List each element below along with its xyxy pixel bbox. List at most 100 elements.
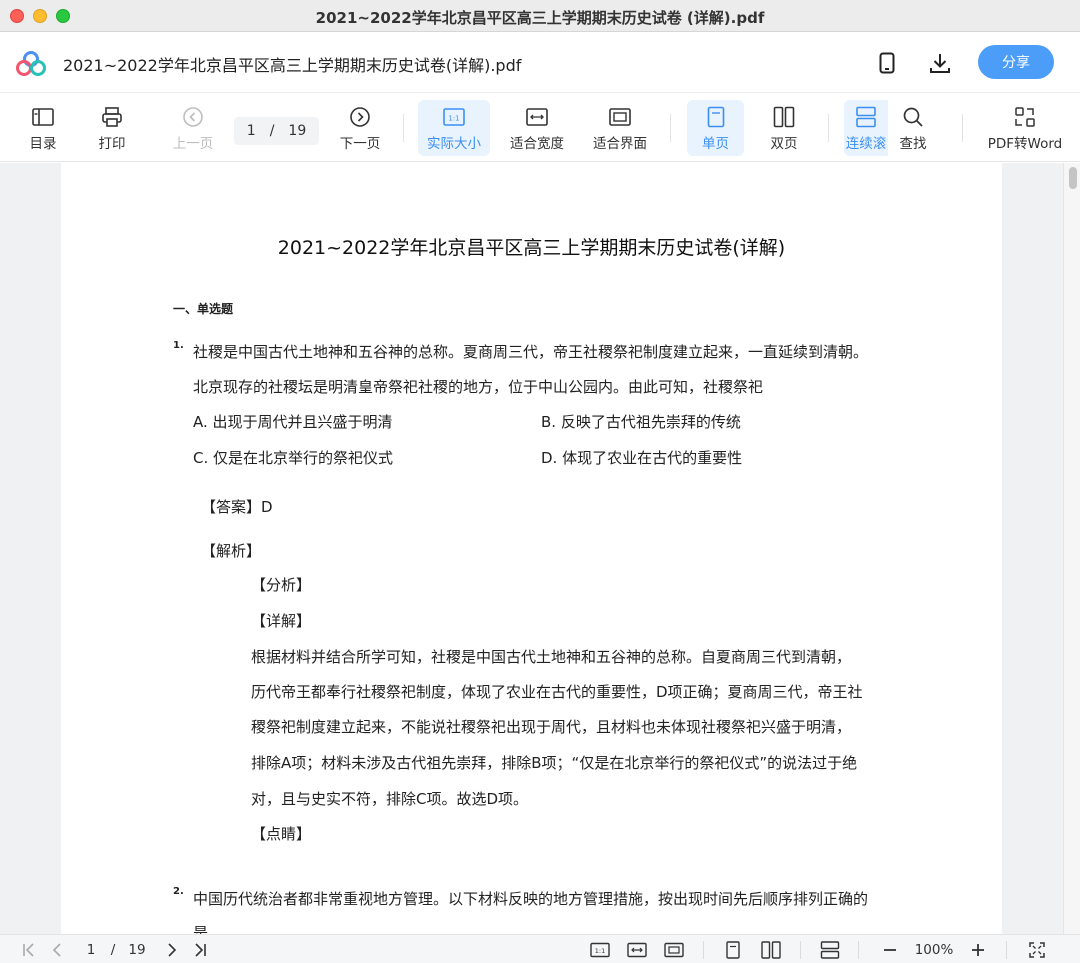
zoom-out-icon[interactable] <box>879 939 901 961</box>
fit-window-icon <box>608 105 632 129</box>
download-icon[interactable] <box>926 49 954 77</box>
mobile-icon[interactable] <box>873 49 901 77</box>
first-page-icon[interactable] <box>18 939 40 961</box>
detail-text: 根据材料并结合所学可知，社稷是中国古代土地神和五谷神的总称。自夏商周三代到清朝， <box>251 648 852 666</box>
fit-window-label: 适合界面 <box>593 135 647 152</box>
actual-size-icon: 1:1 <box>442 105 466 129</box>
print-button[interactable]: 打印 <box>91 100 133 156</box>
fit-width-label: 适合宽度 <box>510 135 564 152</box>
bottom-bar: 1 / 19 1:1 100% <box>0 934 1080 963</box>
zoom-level[interactable]: 100% <box>910 939 958 961</box>
pdf-page: 2021~2022学年北京昌平区高三上学期期末历史试卷(详解) 一、单选题 1.… <box>61 163 1002 934</box>
actual-size-label: 实际大小 <box>427 135 481 152</box>
detail-text: 对，且与史实不符，排除C项。故选D项。 <box>251 790 529 808</box>
bottom-divider <box>703 941 704 959</box>
last-page-icon[interactable] <box>189 939 211 961</box>
share-button[interactable]: 分享 <box>978 45 1054 79</box>
total-pages: 19 <box>288 123 307 139</box>
double-page-icon[interactable] <box>760 939 782 961</box>
option-b: B. 反映了古代祖先崇拜的传统 <box>541 413 741 431</box>
continuous-scroll-icon[interactable] <box>819 939 841 961</box>
continuous-scroll-icon <box>854 105 878 129</box>
analysis-heading: 【解析】 <box>201 542 262 560</box>
printer-icon <box>100 105 124 129</box>
circle-chevron-left-icon <box>181 105 205 129</box>
continuous-scroll-button[interactable]: 连续滚 <box>844 100 888 156</box>
fit-width-button[interactable]: 适合宽度 <box>503 100 571 156</box>
question-stem: 是 <box>193 924 209 934</box>
document-viewer[interactable]: 2021~2022学年北京昌平区高三上学期期末历史试卷(详解) 一、单选题 1.… <box>0 163 1080 934</box>
detail-text: 稷祭祀制度建立起来，不能说社稷祭祀出现于周代，且材料也未体现社稷祭祀兴盛于明清， <box>251 718 852 736</box>
prev-page-icon[interactable] <box>47 939 67 961</box>
next-page-label: 下一页 <box>339 135 381 152</box>
app-header: 2021~2022学年北京昌平区高三上学期期末历史试卷(详解).pdf 分享 <box>0 33 1080 93</box>
page-separator: / <box>269 123 275 139</box>
page-separator: / <box>110 942 116 958</box>
zoom-in-icon[interactable] <box>967 939 989 961</box>
option-a: A. 出现于周代并且兴盛于明清 <box>193 413 393 431</box>
section-heading: 一、单选题 <box>173 302 234 316</box>
window-titlebar: 2021~2022学年北京昌平区高三上学期期末历史试卷 (详解).pdf <box>0 0 1080 32</box>
detail-text: 历代帝王都奉行社稷祭祀制度，体现了农业在古代的重要性，D项正确；夏商周三代，帝王… <box>251 683 863 701</box>
next-page-icon[interactable] <box>162 939 182 961</box>
detail-heading: 【详解】 <box>251 612 312 630</box>
toc-button[interactable]: 目录 <box>22 100 64 156</box>
toolbar-divider <box>670 114 671 142</box>
prev-page-label: 上一页 <box>172 135 214 152</box>
option-d: D. 体现了农业在古代的重要性 <box>541 449 743 467</box>
bottom-divider <box>1006 941 1007 959</box>
question-stem: 社稷是中国古代土地神和五谷神的总称。夏商周三代，帝王社稷祭祀制度建立起来，一直延… <box>193 343 869 361</box>
fit-window-icon[interactable] <box>663 939 685 961</box>
bottom-divider <box>800 941 801 959</box>
fit-window-button[interactable]: 适合界面 <box>586 100 654 156</box>
total-pages: 19 <box>128 942 146 958</box>
detail-text: 排除A项；材料未涉及古代祖先崇拜，排除B项；“仅是在北京举行的祭祀仪式”的说法过… <box>251 754 858 772</box>
fit-width-icon[interactable] <box>626 939 648 961</box>
scrollbar-thumb[interactable] <box>1069 167 1077 189</box>
svg-text:1:1: 1:1 <box>448 114 459 122</box>
page-title: 2021~2022学年北京昌平区高三上学期期末历史试卷(详解) <box>277 237 786 259</box>
current-page-field[interactable]: 1 <box>82 939 100 961</box>
actual-size-button[interactable]: 1:1 实际大小 <box>418 100 490 156</box>
convert-icon <box>1013 105 1037 129</box>
bottom-divider <box>858 941 859 959</box>
single-page-icon[interactable] <box>722 939 744 961</box>
toolbar-divider <box>962 114 963 142</box>
answer: 【答案】D <box>201 498 273 516</box>
next-page-button[interactable]: 下一页 <box>333 100 387 156</box>
continuous-scroll-label: 连续滚 <box>845 135 887 152</box>
toolbar: 目录 打印 上一页 1 / 19 下一页 1:1 实际大小 适合宽度 适合界面 … <box>0 94 1080 162</box>
find-label: 查找 <box>899 135 927 152</box>
window-title: 2021~2022学年北京昌平区高三上学期期末历史试卷 (详解).pdf <box>315 9 765 27</box>
current-page-input[interactable]: 1 <box>247 123 256 139</box>
vertical-scrollbar[interactable] <box>1063 163 1080 934</box>
toc-label: 目录 <box>29 135 57 152</box>
fullscreen-icon[interactable] <box>1026 939 1048 961</box>
double-page-icon <box>772 105 796 129</box>
question-number: 1. <box>173 340 184 351</box>
single-page-label: 单页 <box>702 135 729 152</box>
toolbar-divider <box>403 114 404 142</box>
double-page-button[interactable]: 双页 <box>758 100 810 156</box>
document-title: 2021~2022学年北京昌平区高三上学期期末历史试卷(详解).pdf <box>63 56 522 75</box>
print-label: 打印 <box>98 135 126 152</box>
pdf-to-word-label: PDF转Word <box>987 135 1063 152</box>
circle-chevron-right-icon <box>348 105 372 129</box>
option-c: C. 仅是在北京举行的祭祀仪式 <box>193 449 394 467</box>
fit-width-icon <box>525 105 549 129</box>
pdf-to-word-button[interactable]: PDF转Word <box>983 100 1067 156</box>
svg-text:1:1: 1:1 <box>595 947 605 955</box>
analysis-subheading: 【分析】 <box>251 576 312 594</box>
actual-size-icon[interactable]: 1:1 <box>589 939 611 961</box>
double-page-label: 双页 <box>770 135 798 152</box>
page-number-box[interactable]: 1 / 19 <box>234 117 319 145</box>
single-page-button[interactable]: 单页 <box>687 100 744 156</box>
sidebar-icon <box>31 105 55 129</box>
question-number: 2. <box>173 886 184 897</box>
question-stem: 北京现存的社稷坛是明清皇帝祭祀社稷的地方，位于中山公园内。由此可知，社稷祭祀 <box>193 378 764 396</box>
toolbar-divider <box>828 114 829 142</box>
prev-page-button[interactable]: 上一页 <box>166 100 220 156</box>
search-icon <box>901 105 925 129</box>
highlight-heading: 【点睛】 <box>251 825 312 843</box>
find-button[interactable]: 查找 <box>890 100 936 156</box>
